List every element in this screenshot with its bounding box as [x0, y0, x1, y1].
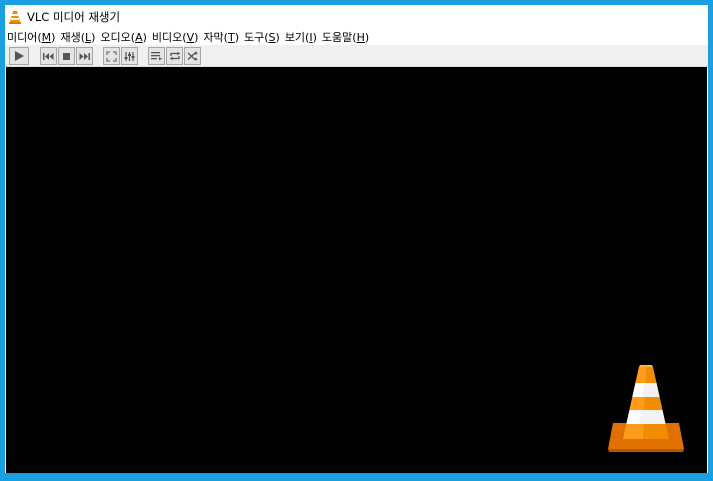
next-button[interactable] [76, 47, 93, 65]
shuffle-button[interactable] [184, 47, 201, 65]
extended-settings-button[interactable] [121, 47, 138, 65]
loop-icon [169, 51, 181, 61]
menu-audio[interactable]: 오디오(A) [98, 29, 148, 45]
previous-icon [43, 52, 54, 61]
shuffle-icon [187, 51, 199, 61]
playlist-icon [151, 51, 162, 61]
loop-button[interactable] [166, 47, 183, 65]
control-toolbar [5, 45, 708, 67]
vlc-cone-icon [8, 10, 22, 24]
menu-media[interactable]: 미디어(M) [5, 29, 57, 45]
menu-video[interactable]: 비디오(V) [150, 29, 200, 45]
previous-button[interactable] [40, 47, 57, 65]
stop-button[interactable] [58, 47, 75, 65]
menu-playback[interactable]: 재생(L) [58, 29, 97, 45]
equalizer-icon [124, 51, 135, 62]
play-icon [13, 50, 25, 62]
video-area[interactable] [6, 67, 707, 473]
menu-help[interactable]: 도움말(H) [320, 29, 371, 45]
vlc-cone-icon [607, 365, 685, 458]
play-button[interactable] [9, 47, 29, 65]
title-bar[interactable]: VLC 미디어 재생기 [5, 5, 708, 29]
next-icon [79, 52, 90, 61]
stop-icon [62, 52, 71, 61]
fullscreen-icon [106, 50, 117, 62]
menu-view[interactable]: 보기(I) [283, 29, 319, 45]
menu-tools[interactable]: 도구(S) [242, 29, 282, 45]
fullscreen-button[interactable] [103, 47, 120, 65]
menu-subtitle[interactable]: 자막(T) [201, 29, 241, 45]
playlist-button[interactable] [148, 47, 165, 65]
menu-bar: 미디어(M) 재생(L) 오디오(A) 비디오(V) 자막(T) 도구(S) 보… [5, 29, 708, 45]
vlc-window: VLC 미디어 재생기 미디어(M) 재생(L) 오디오(A) 비디오(V) 자… [5, 5, 708, 473]
window-title: VLC 미디어 재생기 [27, 10, 121, 24]
